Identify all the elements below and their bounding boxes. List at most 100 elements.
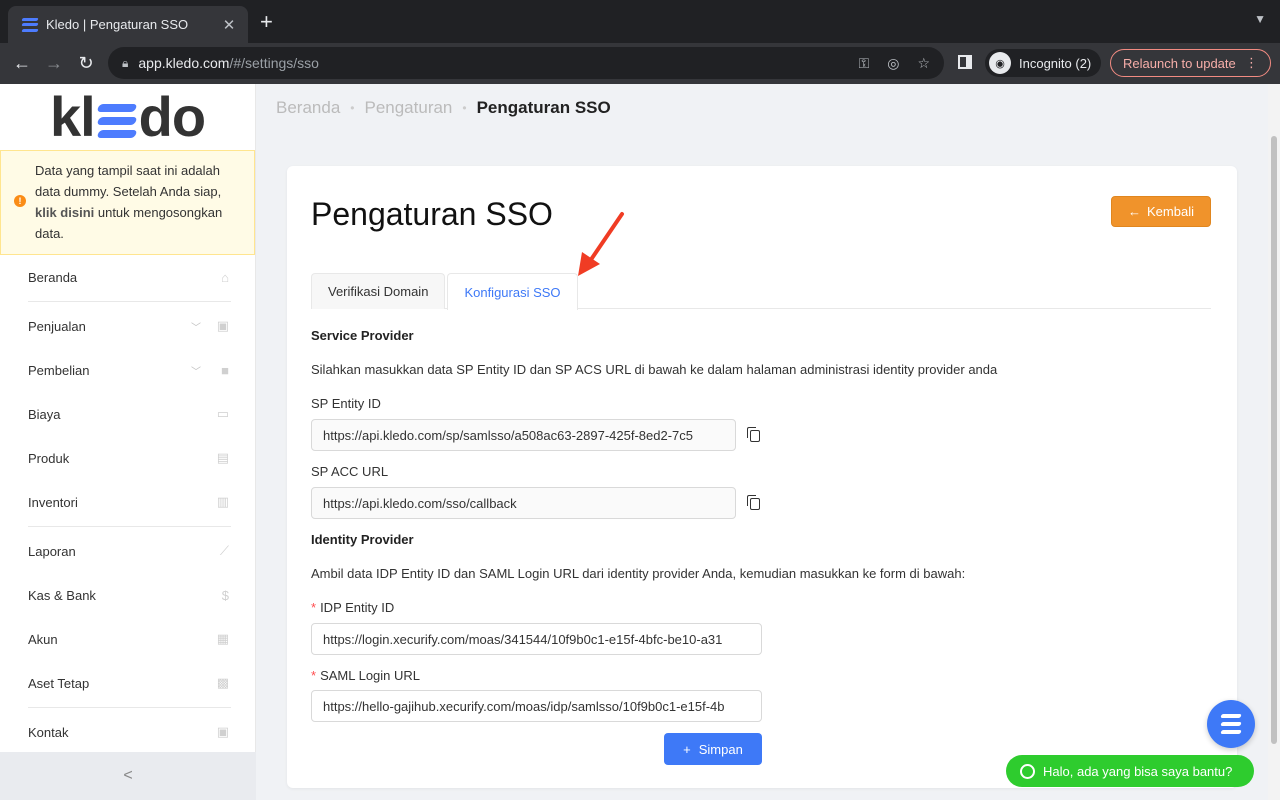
back-button[interactable]: ← Kembali bbox=[1111, 196, 1211, 227]
browser-tab[interactable]: Kledo | Pengaturan SSO ✕ bbox=[8, 6, 248, 43]
sidebar-item-beranda[interactable]: Beranda ⌂ bbox=[28, 255, 231, 299]
save-button-label: Simpan bbox=[698, 741, 743, 757]
logo-text-right: do bbox=[138, 85, 206, 148]
saml-login-url-label: * SAML Login URL bbox=[311, 668, 420, 683]
relaunch-label: Relaunch to update bbox=[1123, 55, 1236, 71]
home-icon: ⌂ bbox=[221, 269, 229, 285]
bag-icon: ■ bbox=[221, 362, 229, 378]
kledo-help-button[interactable] bbox=[1207, 700, 1255, 748]
idp-entity-id-label-text: IDP Entity ID bbox=[320, 600, 395, 615]
idp-entity-id-input[interactable]: https://login.xecurify.com/moas/341544/1… bbox=[311, 623, 762, 655]
breadcrumb-home[interactable]: Beranda bbox=[276, 98, 340, 118]
sidebar-item-kas-bank[interactable]: Kas & Bank $ bbox=[28, 573, 231, 617]
sidebar-menu: Beranda ⌂ Penjualan ﹀ ▣ Pembelian ﹀ ■ Bi… bbox=[0, 255, 255, 754]
sidebar-item-label: Aset Tetap bbox=[28, 675, 90, 691]
sidebar-item-pembelian[interactable]: Pembelian ﹀ ■ bbox=[28, 348, 231, 392]
service-provider-heading: Service Provider bbox=[311, 328, 414, 343]
page-scrollbar[interactable] bbox=[1268, 84, 1280, 800]
dollar-icon: $ bbox=[221, 587, 229, 603]
forward-arrow-icon[interactable]: → bbox=[43, 52, 65, 74]
sso-settings-card: Pengaturan SSO ← Kembali Verifikasi Doma… bbox=[287, 166, 1237, 788]
alert-text-before: Data yang tampil saat ini adalah data du… bbox=[35, 163, 222, 199]
chart-icon: ⟋ bbox=[219, 543, 229, 558]
menu-divider bbox=[28, 301, 231, 302]
scrollbar-thumb[interactable] bbox=[1271, 136, 1277, 744]
sp-acc-url-label: SP ACC URL bbox=[311, 464, 389, 479]
star-icon[interactable]: ☆ bbox=[917, 55, 930, 72]
sidebar-item-laporan[interactable]: Laporan ⟋ bbox=[28, 529, 231, 573]
sidebar-item-biaya[interactable]: Biaya ▭ bbox=[28, 392, 231, 436]
copy-icon[interactable] bbox=[747, 495, 760, 510]
sidebar-item-produk[interactable]: Produk ▤ bbox=[28, 436, 231, 480]
sidebar-item-akun[interactable]: Akun ▦ bbox=[28, 617, 231, 661]
menu-divider bbox=[28, 707, 231, 708]
basket-icon: ▣ bbox=[216, 318, 229, 333]
sp-entity-id-field[interactable]: https://api.kledo.com/sp/samlsso/a508ac6… bbox=[311, 419, 736, 451]
side-panel-icon[interactable] bbox=[958, 55, 972, 69]
address-bar[interactable]: 🔒︎ app.kledo.com/#/settings/sso ⚿ ◎ ☆ bbox=[108, 47, 944, 79]
sidebar-item-inventori[interactable]: Inventori ▥ bbox=[28, 480, 231, 524]
required-asterisk: * bbox=[311, 600, 317, 615]
exclamation-icon: ! bbox=[14, 195, 26, 207]
sp-acc-url-field[interactable]: https://api.kledo.com/sso/callback bbox=[311, 487, 736, 519]
breadcrumb-separator: • bbox=[462, 101, 467, 115]
annotation-arrow-icon bbox=[578, 212, 624, 276]
reload-icon[interactable]: ↻ bbox=[75, 52, 97, 74]
relaunch-button[interactable]: Relaunch to update ⋮ bbox=[1110, 49, 1271, 77]
eye-off-icon[interactable]: ◎ bbox=[887, 55, 899, 72]
card-icon: ▭ bbox=[216, 406, 229, 421]
sidebar-collapse-button[interactable]: < bbox=[0, 752, 256, 800]
lock-icon: 🔒︎ bbox=[122, 55, 129, 70]
back-arrow-icon[interactable]: ← bbox=[11, 52, 33, 74]
page-title: Pengaturan SSO bbox=[311, 196, 553, 232]
kledo-logo-icon bbox=[1220, 714, 1242, 734]
box-icon: ▤ bbox=[216, 450, 229, 465]
menu-divider bbox=[28, 526, 231, 527]
sidebar-item-label: Akun bbox=[28, 631, 58, 647]
saml-login-url-label-text: SAML Login URL bbox=[320, 668, 421, 683]
settings-tabs: Verifikasi Domain Konfigurasi SSO bbox=[311, 273, 1211, 310]
sidebar-item-kontak[interactable]: Kontak ▣ bbox=[28, 710, 231, 754]
saml-login-url-input[interactable]: https://hello-gajihub.xecurify.com/moas/… bbox=[311, 690, 762, 722]
sidebar-item-label: Inventori bbox=[28, 494, 78, 510]
sp-entity-id-label: SP Entity ID bbox=[311, 396, 381, 411]
key-icon[interactable]: ⚿ bbox=[859, 55, 870, 72]
chevron-down-icon[interactable]: ▼ bbox=[1254, 12, 1266, 26]
contact-icon: ▣ bbox=[216, 724, 229, 739]
service-provider-description: Silahkan masukkan data SP Entity ID dan … bbox=[311, 362, 998, 377]
sidebar-item-label: Laporan bbox=[28, 543, 76, 559]
sidebar-item-label: Penjualan bbox=[28, 318, 86, 334]
back-button-label: Kembali bbox=[1147, 204, 1194, 219]
breadcrumb: Beranda • Pengaturan • Pengaturan SSO bbox=[276, 98, 611, 118]
dummy-data-alert: ! Data yang tampil saat ini adalah data … bbox=[0, 150, 255, 255]
clear-data-link[interactable]: klik disini bbox=[35, 205, 94, 220]
incognito-icon: ◉ bbox=[989, 52, 1011, 74]
logo-e-icon bbox=[96, 104, 138, 138]
tab-konfigurasi-sso[interactable]: Konfigurasi SSO bbox=[447, 273, 578, 310]
close-tab-icon[interactable]: ✕ bbox=[220, 16, 238, 34]
chevron-down-icon: ﹀ bbox=[191, 366, 201, 378]
save-button[interactable]: + Simpan bbox=[664, 733, 762, 765]
warehouse-icon: ▥ bbox=[216, 494, 229, 509]
required-asterisk: * bbox=[311, 668, 317, 683]
more-vert-icon: ⋮ bbox=[1245, 55, 1258, 70]
arrow-left-icon: ← bbox=[1128, 204, 1142, 219]
sidebar-item-aset-tetap[interactable]: Aset Tetap ▩ bbox=[28, 661, 231, 705]
plus-icon: + bbox=[683, 741, 691, 757]
sidebar-item-label: Pembelian bbox=[28, 362, 90, 378]
chevron-down-icon: ﹀ bbox=[191, 322, 201, 334]
breadcrumb-settings[interactable]: Pengaturan bbox=[364, 98, 452, 118]
tab-verifikasi-domain[interactable]: Verifikasi Domain bbox=[311, 273, 446, 309]
kledo-logo[interactable]: kl do bbox=[0, 84, 255, 150]
sidebar-item-label: Kontak bbox=[28, 724, 69, 740]
whatsapp-icon bbox=[1020, 763, 1035, 779]
new-tab-icon[interactable]: + bbox=[260, 11, 273, 33]
copy-icon[interactable] bbox=[747, 427, 760, 442]
kledo-favicon-icon bbox=[21, 17, 39, 33]
list-icon: ▦ bbox=[216, 631, 229, 646]
incognito-badge[interactable]: ◉ Incognito (2) bbox=[985, 49, 1102, 77]
sidebar-item-penjualan[interactable]: Penjualan ﹀ ▣ bbox=[28, 304, 231, 348]
whatsapp-chat-button[interactable]: Halo, ada yang bisa saya bantu? bbox=[1006, 755, 1254, 787]
browser-tabbar: Kledo | Pengaturan SSO ✕ + ▼ bbox=[0, 0, 1280, 43]
url-text: app.kledo.com/#/settings/sso bbox=[138, 55, 319, 71]
